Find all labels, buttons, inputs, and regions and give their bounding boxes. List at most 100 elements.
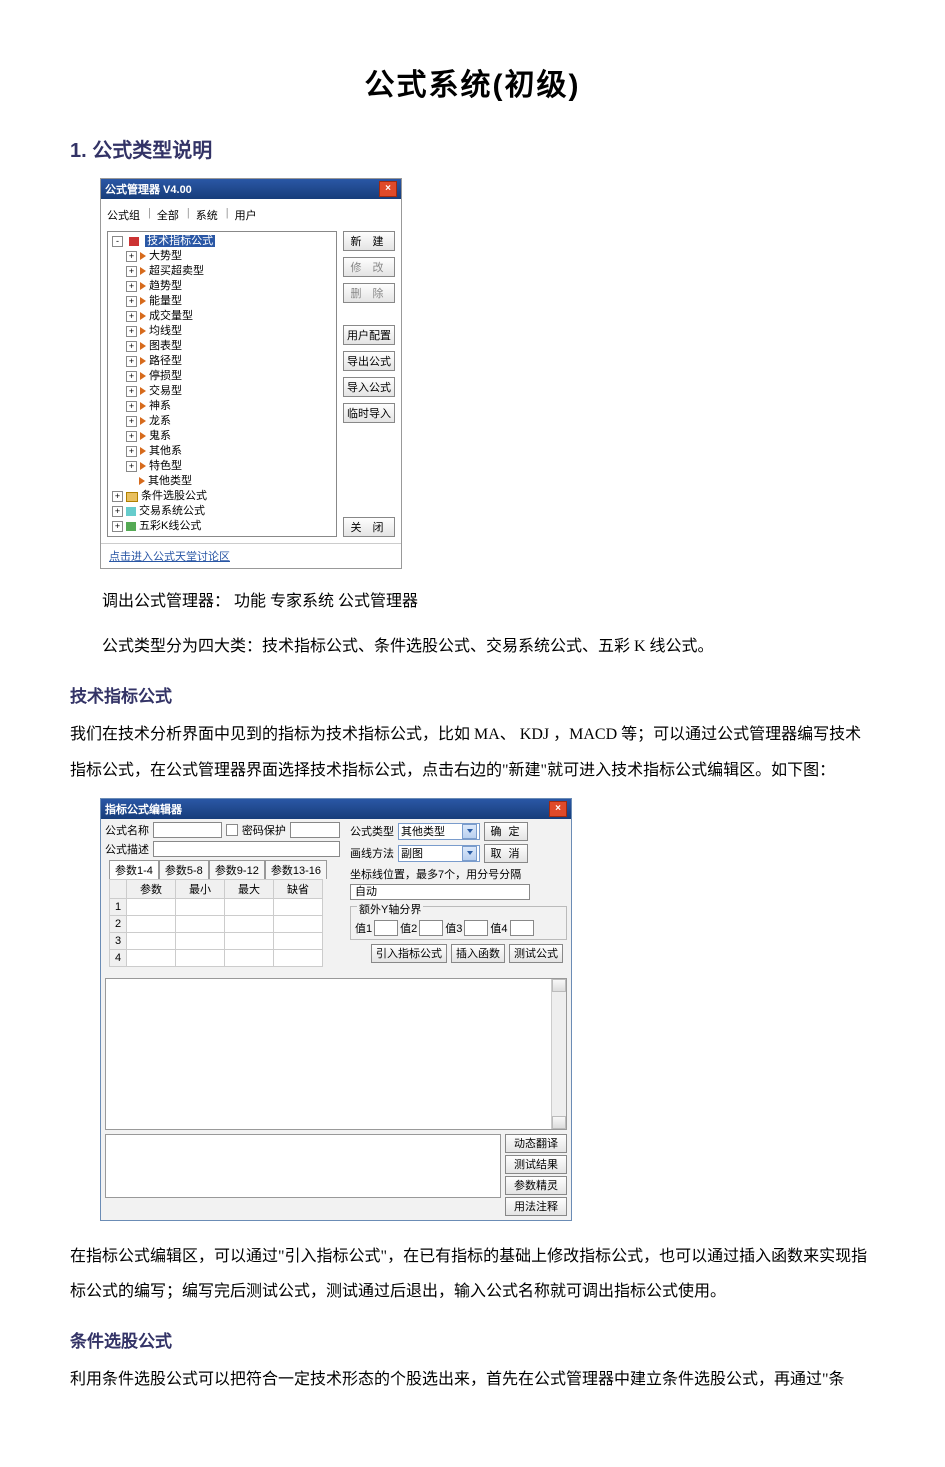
v2-input[interactable] [419, 920, 443, 936]
import-formula-button[interactable]: 引入指标公式 [371, 944, 447, 963]
tab-params-13-16[interactable]: 参数13-16 [265, 860, 327, 879]
v4-input[interactable] [510, 920, 534, 936]
expand-icon[interactable]: + [126, 341, 137, 352]
import-button[interactable]: 导入公式 [343, 377, 395, 397]
expand-icon[interactable]: + [126, 356, 137, 367]
arrow-icon [140, 387, 146, 395]
paragraph: 我们在技术分析界面中见到的指标为技术指标公式，比如 MA、 KDJ ，MACD … [70, 717, 875, 787]
tree-sibling[interactable]: 五彩K线公式 [139, 520, 201, 532]
tab-params-9-12[interactable]: 参数9-12 [209, 860, 265, 879]
label-draw: 画线方法 [350, 845, 394, 861]
tree-item[interactable]: 均线型 [149, 325, 182, 337]
tree-item[interactable]: 其他系 [149, 445, 182, 457]
expand-icon[interactable]: + [112, 521, 123, 532]
tree-item[interactable]: 超买超卖型 [149, 265, 204, 277]
tree-item[interactable]: 交易型 [149, 385, 182, 397]
close-icon[interactable]: × [549, 801, 567, 817]
test-result-button[interactable]: 测试结果 [505, 1155, 567, 1174]
expand-icon[interactable]: + [126, 446, 137, 457]
menu-group[interactable]: 公式组 [107, 207, 140, 223]
dynamic-translate-button[interactable]: 动态翻译 [505, 1134, 567, 1153]
axis-input[interactable]: 自动 [350, 884, 530, 900]
tab-params-1-4[interactable]: 参数1-4 [109, 860, 159, 879]
chevron-down-icon[interactable] [462, 824, 477, 839]
tree-item[interactable]: 鬼系 [149, 430, 171, 442]
expand-icon[interactable]: - [112, 236, 123, 247]
tree-item[interactable]: 神系 [149, 400, 171, 412]
edit-button[interactable]: 修 改 [343, 257, 395, 277]
expand-icon[interactable]: + [112, 506, 123, 517]
user-config-button[interactable]: 用户配置 [343, 325, 395, 345]
tree-root-tech[interactable]: 技术指标公式 [145, 235, 215, 247]
tree-item[interactable]: 特色型 [149, 460, 182, 472]
tree-item[interactable]: 趋势型 [149, 280, 182, 292]
expand-icon[interactable]: + [126, 461, 137, 472]
pwd-input[interactable] [290, 822, 340, 838]
arrow-icon [140, 447, 146, 455]
win2-titlebar: 指标公式编辑器 × [101, 799, 571, 819]
export-button[interactable]: 导出公式 [343, 351, 395, 371]
scroll-up-icon[interactable] [552, 979, 566, 992]
expand-icon[interactable]: + [126, 386, 137, 397]
formula-tree[interactable]: - 技术指标公式 + 大势型 + 超买超卖型 + 趋势型 + 能量型 + 成交量型 + 均线… [107, 231, 337, 537]
win2-title: 指标公式编辑器 [105, 801, 182, 817]
tree-item[interactable]: 路径型 [149, 355, 182, 367]
cancel-button[interactable]: 取 消 [484, 844, 528, 863]
v3-input[interactable] [464, 920, 488, 936]
ok-button[interactable]: 确 定 [484, 822, 528, 841]
tree-item[interactable]: 图表型 [149, 340, 182, 352]
tree-item[interactable]: 停损型 [149, 370, 182, 382]
close-button[interactable]: 关 闭 [343, 517, 395, 537]
menu-system[interactable]: 系统 [196, 207, 218, 223]
tree-item[interactable]: 能量型 [149, 295, 182, 307]
expand-icon[interactable]: + [126, 371, 137, 382]
expand-icon[interactable]: + [126, 251, 137, 262]
tab-params-5-8[interactable]: 参数5-8 [159, 860, 209, 879]
tree-item[interactable]: 成交量型 [149, 310, 193, 322]
paragraph: 利用条件选股公式可以把符合一定技术形态的个股选出来，首先在公式管理器中建立条件选… [70, 1362, 875, 1397]
new-button[interactable]: 新 建 [343, 231, 395, 251]
param-wizard-button[interactable]: 参数精灵 [505, 1176, 567, 1195]
temp-import-button[interactable]: 临时导入 [343, 403, 395, 423]
tree-item[interactable]: 其他类型 [148, 475, 192, 487]
label-v1: 值1 [355, 920, 372, 936]
expand-icon[interactable]: + [126, 431, 137, 442]
formula-manager-window: 公式管理器 V4.00 × 公式组 | 全部 | 系统 | 用户 - 技术指标公… [100, 178, 402, 569]
tree-sibling[interactable]: 交易系统公式 [139, 505, 205, 517]
usage-notes-button[interactable]: 用法注释 [505, 1197, 567, 1216]
tree-item[interactable]: 龙系 [149, 415, 171, 427]
menu-all[interactable]: 全部 [157, 207, 179, 223]
expand-icon[interactable]: + [126, 326, 137, 337]
arrow-icon [140, 462, 146, 470]
code-editor[interactable] [105, 978, 567, 1130]
desc-input[interactable] [153, 841, 340, 857]
expand-icon[interactable]: + [126, 266, 137, 277]
sub-heading-tech: 技术指标公式 [70, 682, 875, 707]
menu-user[interactable]: 用户 [235, 207, 257, 223]
forum-link[interactable]: 点击进入公式天堂讨论区 [109, 548, 230, 564]
col-min: 最小 [176, 879, 225, 898]
expand-icon[interactable]: + [112, 491, 123, 502]
chevron-down-icon[interactable] [462, 846, 477, 861]
tree-sibling[interactable]: 条件选股公式 [141, 490, 207, 502]
expand-icon[interactable]: + [126, 416, 137, 427]
close-icon[interactable]: × [379, 181, 397, 197]
expand-icon[interactable]: + [126, 296, 137, 307]
test-formula-button[interactable]: 测试公式 [509, 944, 563, 963]
arrow-icon [139, 477, 145, 485]
insert-function-button[interactable]: 插入函数 [451, 944, 505, 963]
scroll-down-icon[interactable] [552, 1116, 566, 1129]
scrollbar[interactable] [551, 979, 566, 1129]
name-input[interactable] [153, 822, 222, 838]
v1-input[interactable] [374, 920, 398, 936]
delete-button[interactable]: 删 除 [343, 283, 395, 303]
expand-icon[interactable]: + [126, 401, 137, 412]
tree-item[interactable]: 大势型 [149, 250, 182, 262]
pwd-checkbox[interactable] [226, 824, 238, 836]
expand-icon[interactable]: + [126, 281, 137, 292]
type-select[interactable]: 其他类型 [398, 823, 480, 840]
param-table[interactable]: 参数 最小 最大 缺省 1 2 3 4 [109, 879, 323, 967]
expand-icon[interactable]: + [126, 311, 137, 322]
draw-select[interactable]: 副图 [398, 845, 480, 862]
arrow-icon [140, 327, 146, 335]
